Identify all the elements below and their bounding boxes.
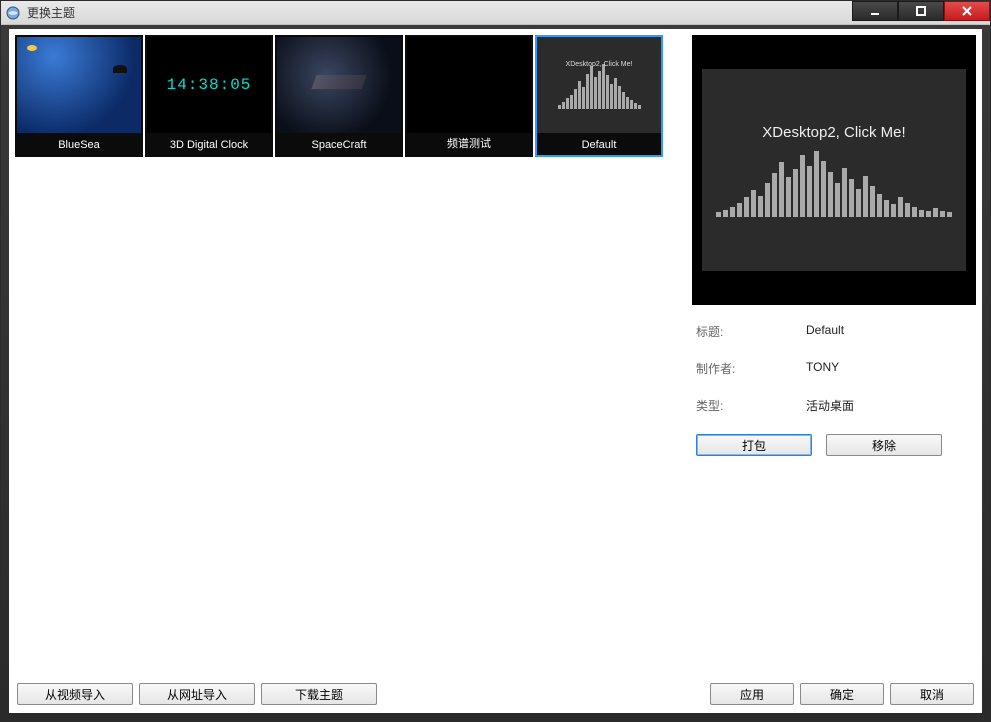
import-url-button[interactable]: 从网址导入: [139, 683, 255, 705]
preview-title: XDesktop2, Click Me!: [762, 124, 905, 141]
package-button[interactable]: 打包: [696, 434, 812, 456]
theme-label: BlueSea: [17, 139, 141, 151]
preview-area: XDesktop2, Click Me!: [692, 35, 976, 305]
info-value-author: TONY: [806, 360, 839, 377]
theme-tile-spectrum[interactable]: 频谱测试: [405, 35, 533, 157]
thumb-title: XDesktop2, Click Me!: [549, 61, 649, 68]
theme-tile-default[interactable]: XDesktop2, Click Me! Default: [535, 35, 663, 157]
info-buttons: 打包 移除: [696, 434, 972, 456]
remove-button[interactable]: 移除: [826, 434, 942, 456]
window-title: 更换主题: [27, 4, 75, 21]
upper-row: BlueSea 14:38:05 3D Digital Clock SpaceC…: [15, 35, 976, 677]
info-panel: 标题: Default 制作者: TONY 类型: 活动桌面 打包 移除: [692, 305, 976, 456]
theme-thumb: [17, 37, 141, 133]
app-icon: [5, 5, 21, 21]
info-label: 制作者:: [696, 360, 806, 377]
info-value-title: Default: [806, 323, 844, 340]
info-label: 类型:: [696, 397, 806, 414]
clock-text: 14:38:05: [167, 76, 252, 94]
download-theme-button[interactable]: 下载主题: [261, 683, 377, 705]
info-label: 标题:: [696, 323, 806, 340]
caption-buttons: [852, 1, 990, 21]
import-video-button[interactable]: 从视频导入: [17, 683, 133, 705]
theme-tile-spacecraft[interactable]: SpaceCraft: [275, 35, 403, 157]
cancel-button[interactable]: 取消: [890, 683, 974, 705]
theme-label: Default: [537, 139, 661, 151]
theme-thumb: 14:38:05: [147, 37, 271, 133]
footer: 从视频导入 从网址导入 下载主题 应用 确定 取消: [15, 677, 976, 707]
theme-thumb: [407, 37, 531, 133]
info-row-author: 制作者: TONY: [696, 360, 972, 377]
info-row-title: 标题: Default: [696, 323, 972, 340]
client-area: BlueSea 14:38:05 3D Digital Clock SpaceC…: [9, 29, 982, 713]
side-panel: XDesktop2, Click Me!: [692, 35, 976, 677]
theme-label: SpaceCraft: [277, 139, 401, 151]
theme-label: 3D Digital Clock: [147, 139, 271, 151]
theme-tile-bluesea[interactable]: BlueSea: [15, 35, 143, 157]
theme-tile-clock[interactable]: 14:38:05 3D Digital Clock: [145, 35, 273, 157]
theme-gallery: BlueSea 14:38:05 3D Digital Clock SpaceC…: [15, 35, 684, 677]
theme-thumb: [277, 37, 401, 133]
info-row-type: 类型: 活动桌面: [696, 397, 972, 414]
maximize-button[interactable]: [898, 1, 944, 21]
info-value-type: 活动桌面: [806, 397, 854, 414]
apply-button[interactable]: 应用: [710, 683, 794, 705]
preview-inner: XDesktop2, Click Me!: [702, 69, 966, 271]
theme-label: 频谱测试: [407, 135, 531, 151]
titlebar: 更换主题: [1, 1, 990, 25]
close-button[interactable]: [944, 1, 990, 21]
equalizer-icon: [716, 147, 952, 217]
equalizer-icon: XDesktop2, Click Me!: [549, 61, 649, 109]
ok-button[interactable]: 确定: [800, 683, 884, 705]
footer-right-group: 应用 确定 取消: [710, 683, 974, 705]
theme-thumb: XDesktop2, Click Me!: [537, 37, 661, 133]
window: 更换主题 BlueSea 14:38:05 3D Digital Clock S…: [0, 0, 991, 722]
minimize-button[interactable]: [852, 1, 898, 21]
